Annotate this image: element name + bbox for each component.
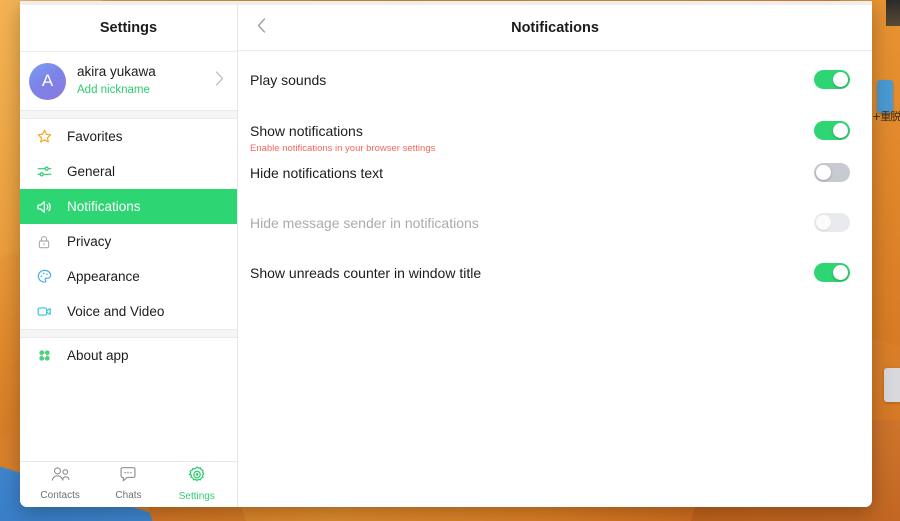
sidebar-item-voice-and-video[interactable]: Voice and Video <box>20 294 237 329</box>
toggle-knob <box>816 165 831 180</box>
sidebar-divider-bottom <box>20 329 237 338</box>
setting-row-show-notifications: Show notifications Enable notifications … <box>250 120 850 155</box>
toggle-show-unreads-counter[interactable] <box>814 263 850 282</box>
chats-icon <box>118 466 138 488</box>
avatar: A <box>29 62 66 100</box>
toggle-hide-message-sender <box>814 213 850 232</box>
tab-label: Settings <box>178 491 215 502</box>
setting-row-play-sounds: Play sounds <box>250 69 850 103</box>
star-icon <box>33 126 55 148</box>
profile-name: akira yukawa <box>77 64 156 80</box>
toggle-knob <box>833 123 848 138</box>
sidebar-item-label: General <box>67 164 116 179</box>
sidebar-title: Settings <box>99 20 158 36</box>
setting-text: Play sounds <box>250 69 814 90</box>
setting-row-show-unreads-counter: Show unreads counter in window title <box>250 262 850 296</box>
setting-label: Play sounds <box>250 72 327 88</box>
sidebar-item-about-app[interactable]: About app <box>20 338 237 373</box>
sidebar: Settings A akira yukawa Add nickname Fav… <box>20 1 238 507</box>
toggle-knob <box>833 265 848 280</box>
sidebar-item-label: Favorites <box>67 129 123 144</box>
gear-icon <box>187 465 207 489</box>
clover-icon <box>33 345 55 367</box>
tab-label: Contacts <box>40 490 80 501</box>
setting-warning: Enable notifications in your browser set… <box>250 143 436 154</box>
sidebar-item-label: Voice and Video <box>67 304 165 319</box>
speaker-icon <box>33 196 55 218</box>
main-panel: Notifications Play sounds Show notificat… <box>238 1 872 507</box>
app-window: Settings A akira yukawa Add nickname Fav… <box>20 1 872 507</box>
sidebar-item-favorites[interactable]: Favorites <box>20 119 237 154</box>
toggle-show-notifications[interactable] <box>814 121 850 140</box>
setting-text: Hide message sender in notifications <box>250 212 814 233</box>
setting-row-hide-notifications-text: Hide notifications text <box>250 162 850 196</box>
contacts-icon <box>50 466 71 488</box>
toggle-knob <box>816 215 831 230</box>
tab-label: Chats <box>115 490 142 501</box>
sidebar-item-label: Appearance <box>67 269 140 284</box>
tab-settings[interactable]: Settings <box>166 465 228 502</box>
sidebar-item-privacy[interactable]: Privacy <box>20 224 237 259</box>
setting-label: Show notifications <box>250 123 363 139</box>
setting-row-hide-message-sender: Hide message sender in notifications <box>250 212 850 246</box>
sidebar-item-label: Privacy <box>67 234 112 249</box>
toggle-play-sounds[interactable] <box>814 70 850 89</box>
setting-text: Hide notifications text <box>250 162 814 183</box>
profile-row[interactable]: A akira yukawa Add nickname <box>20 52 237 110</box>
bottom-tab-bar: Contacts Chats Settings <box>20 461 237 507</box>
chevron-right-icon <box>215 71 227 91</box>
back-button[interactable] <box>248 13 274 39</box>
wallpaper-top-right-corner <box>886 0 900 26</box>
setting-label: Hide notifications text <box>250 165 384 181</box>
setting-text: Show unreads counter in window title <box>250 262 814 283</box>
video-icon <box>33 301 55 323</box>
page-title: Notifications <box>511 19 599 36</box>
sidebar-divider-top <box>20 110 237 119</box>
toggle-hide-notifications-text[interactable] <box>814 163 850 182</box>
setting-label: Hide message sender in notifications <box>250 215 479 231</box>
sidebar-item-label: About app <box>67 348 129 363</box>
setting-text: Show notifications Enable notifications … <box>250 120 814 155</box>
tab-chats[interactable]: Chats <box>97 466 159 501</box>
main-header: Notifications <box>238 1 872 51</box>
palette-icon <box>33 266 55 288</box>
settings-list: Play sounds Show notifications Enable no… <box>238 51 872 296</box>
add-nickname-link[interactable]: Add nickname <box>77 83 204 97</box>
desktop-widget-label: +重脱 <box>872 110 900 123</box>
toggle-knob <box>833 72 848 87</box>
sidebar-item-label: Notifications <box>67 199 141 214</box>
sidebar-item-appearance[interactable]: Appearance <box>20 259 237 294</box>
sliders-icon <box>33 161 55 183</box>
tab-contacts[interactable]: Contacts <box>29 466 91 501</box>
lock-icon <box>33 231 55 253</box>
sidebar-item-general[interactable]: General <box>20 154 237 189</box>
setting-label: Show unreads counter in window title <box>250 265 482 281</box>
profile-text: akira yukawa Add nickname <box>77 64 204 97</box>
sidebar-item-notifications[interactable]: Notifications <box>20 189 237 224</box>
desktop-gray-widget[interactable] <box>884 368 900 402</box>
